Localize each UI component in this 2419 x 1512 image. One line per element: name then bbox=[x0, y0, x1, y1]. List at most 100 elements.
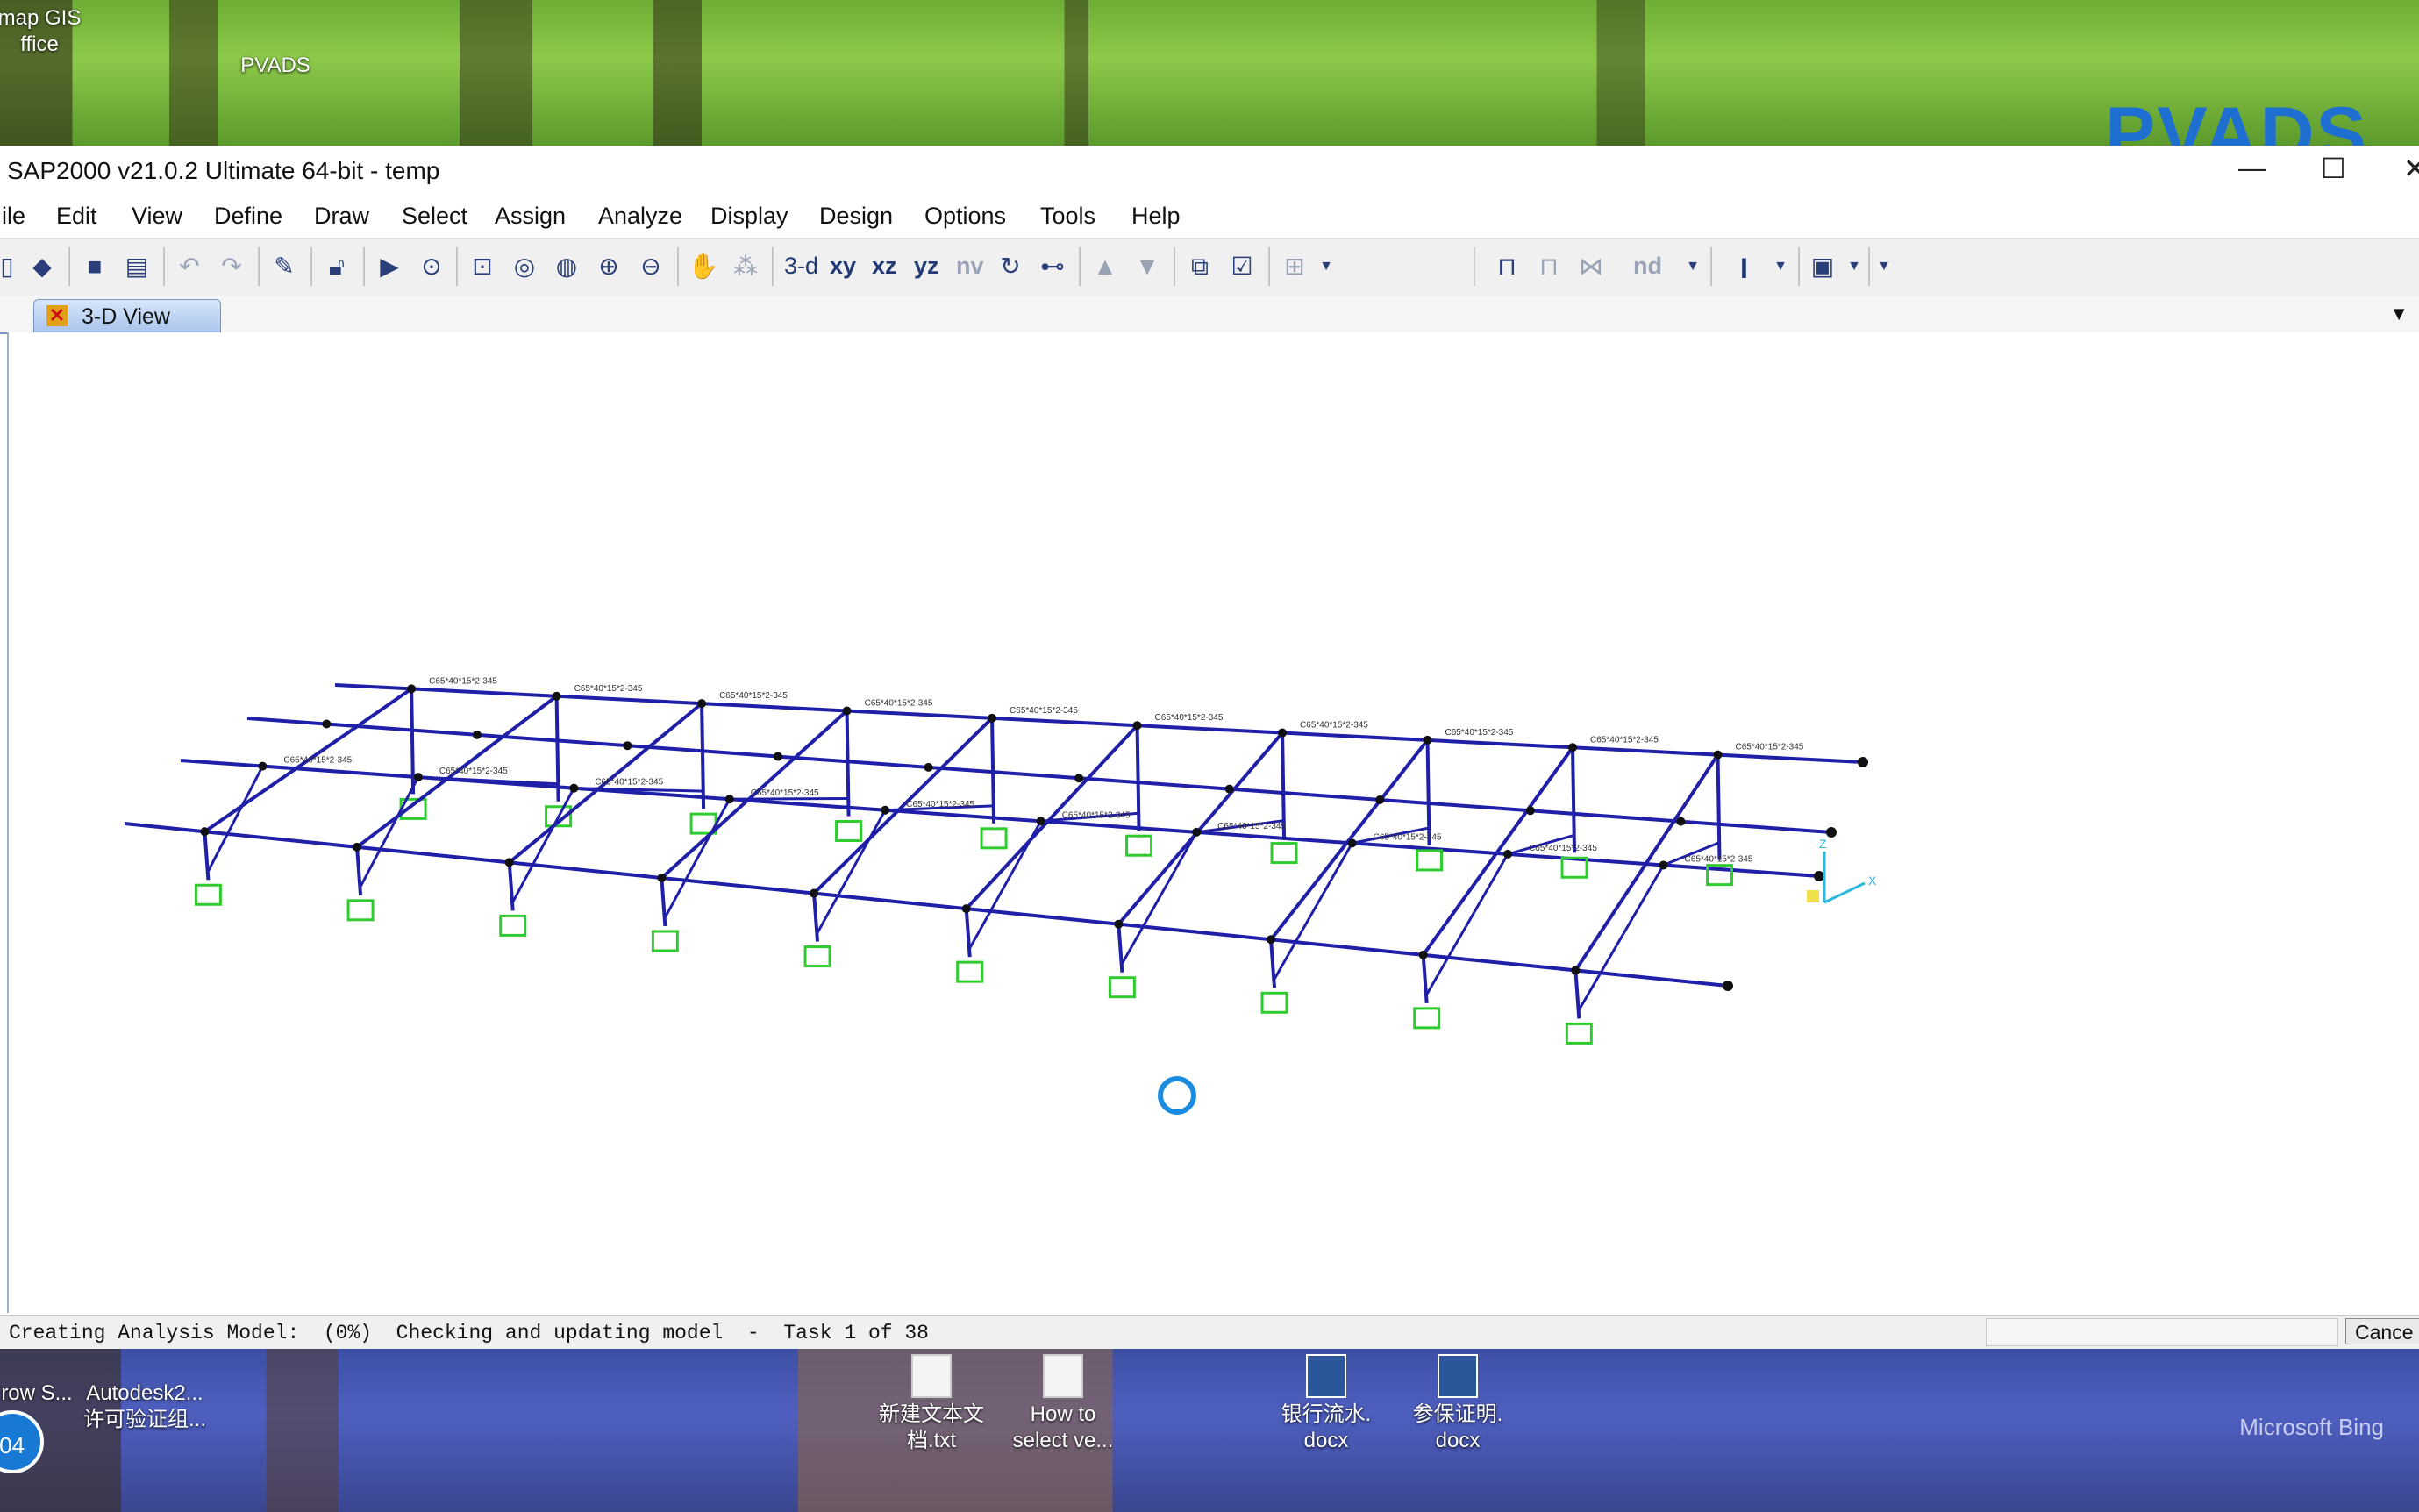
desktop-icon-mapgis[interactable]: map GIS ffice bbox=[0, 5, 88, 58]
zoom-all-icon[interactable]: ◍ bbox=[551, 251, 582, 282]
view-nv-button[interactable]: nv bbox=[956, 253, 984, 280]
fixed-support[interactable] bbox=[651, 930, 679, 952]
menu-tools[interactable]: Tools bbox=[1040, 203, 1095, 230]
run-analysis-icon[interactable]: ▶ bbox=[374, 251, 405, 282]
chevron-down-icon[interactable]: ▼ bbox=[1677, 251, 1709, 282]
front-column[interactable] bbox=[507, 862, 515, 911]
check-icon[interactable]: ☑ bbox=[1226, 251, 1258, 282]
joint-node[interactable] bbox=[842, 706, 852, 716]
view-xy-button[interactable]: xy bbox=[830, 253, 856, 280]
joint-node[interactable] bbox=[552, 691, 561, 701]
joint-node[interactable] bbox=[258, 761, 268, 771]
chevron-down-icon[interactable]: ▼ bbox=[1765, 251, 1796, 282]
menu-select[interactable]: Select bbox=[402, 203, 467, 230]
fixed-support[interactable] bbox=[835, 819, 863, 842]
joint-node[interactable] bbox=[810, 888, 819, 898]
joint-node[interactable] bbox=[881, 805, 890, 815]
brace-member[interactable] bbox=[729, 796, 849, 801]
joint-node[interactable] bbox=[1278, 728, 1288, 738]
run-now-icon[interactable]: ⊙ bbox=[416, 251, 447, 282]
joint-node[interactable] bbox=[472, 730, 482, 739]
menu-view[interactable]: View bbox=[132, 203, 182, 230]
desktop-icon-pvads[interactable]: PVADS bbox=[232, 53, 319, 79]
front-column[interactable] bbox=[1573, 970, 1581, 1019]
structural-model[interactable]: C65*40*15*2-345 C65*40*15*2-345 C65*40*15*… bbox=[9, 332, 2419, 1313]
joint-node[interactable] bbox=[1375, 795, 1385, 804]
minimize-button[interactable]: — bbox=[2238, 152, 2266, 184]
menu-file[interactable]: ile bbox=[2, 203, 25, 230]
rear-column[interactable] bbox=[700, 703, 706, 809]
joint-node[interactable] bbox=[1347, 838, 1357, 848]
pencil-icon[interactable]: ✎ bbox=[268, 251, 300, 282]
frame-draw-icon[interactable]: ⊓ bbox=[1491, 251, 1523, 282]
brace-member[interactable] bbox=[816, 809, 887, 934]
open-icon[interactable]: ◆ bbox=[26, 251, 58, 282]
chevron-down-icon[interactable]: ▼ bbox=[1838, 251, 1870, 282]
fixed-support[interactable] bbox=[1270, 842, 1298, 865]
joint-node[interactable] bbox=[1814, 871, 1824, 881]
front-column[interactable] bbox=[355, 846, 363, 895]
redo-icon[interactable]: ↷ bbox=[216, 251, 247, 282]
menu-analyze[interactable]: Analyze bbox=[598, 203, 682, 230]
joint-node[interactable] bbox=[413, 773, 423, 782]
fixed-support[interactable] bbox=[1565, 1022, 1593, 1045]
move-down-icon[interactable]: ▼ bbox=[1131, 251, 1163, 282]
brace-member[interactable] bbox=[1121, 831, 1198, 965]
purlin-rail[interactable] bbox=[124, 822, 1729, 988]
tab-dropdown-icon[interactable]: ▼ bbox=[2389, 303, 2408, 325]
menu-assign[interactable]: Assign bbox=[495, 203, 566, 230]
joint-node[interactable] bbox=[1114, 919, 1124, 929]
perspective-icon[interactable]: ⊷ bbox=[1037, 251, 1068, 282]
area-select-icon[interactable]: ▣ bbox=[1807, 251, 1838, 282]
tab-3d-view[interactable]: ✕ 3-D View bbox=[33, 299, 221, 332]
assign-display-icon[interactable]: ⊞ bbox=[1279, 251, 1310, 282]
save-icon[interactable]: ■ bbox=[79, 251, 111, 282]
fixed-support[interactable] bbox=[980, 827, 1008, 850]
front-column[interactable] bbox=[1117, 924, 1124, 973]
cancel-button[interactable]: Cance bbox=[2345, 1318, 2419, 1344]
front-column[interactable] bbox=[1269, 939, 1277, 988]
joint-node[interactable] bbox=[1525, 806, 1535, 816]
joint-node[interactable] bbox=[1224, 784, 1234, 794]
joint-node[interactable] bbox=[1132, 721, 1142, 731]
close-button[interactable]: ✕ bbox=[2403, 152, 2419, 185]
fixed-support[interactable] bbox=[499, 914, 527, 937]
joint-node[interactable] bbox=[504, 858, 514, 867]
rear-column[interactable] bbox=[410, 688, 416, 795]
joint-node[interactable] bbox=[1723, 981, 1733, 991]
joint-node[interactable] bbox=[200, 827, 210, 837]
brace-member[interactable] bbox=[511, 787, 575, 903]
fixed-support[interactable] bbox=[194, 883, 222, 906]
joint-node[interactable] bbox=[1503, 849, 1513, 859]
joint-node[interactable] bbox=[961, 904, 971, 914]
rear-column[interactable] bbox=[845, 710, 851, 817]
rear-column[interactable] bbox=[1135, 725, 1141, 831]
joint-node[interactable] bbox=[924, 762, 933, 772]
brace-member[interactable] bbox=[664, 798, 731, 918]
axis-x[interactable] bbox=[1823, 881, 1866, 904]
axis-origin[interactable] bbox=[1807, 890, 1819, 902]
joint-node[interactable] bbox=[1659, 860, 1668, 870]
fixed-support[interactable] bbox=[1260, 991, 1288, 1014]
desktop-icon-row[interactable]: row S... bbox=[0, 1380, 79, 1407]
fixed-support[interactable] bbox=[803, 945, 831, 968]
zoom-window-icon[interactable]: ⊡ bbox=[467, 251, 498, 282]
front-column[interactable] bbox=[660, 877, 667, 927]
joint-node[interactable] bbox=[1036, 817, 1045, 826]
fixed-support[interactable] bbox=[956, 960, 984, 983]
pan-icon[interactable]: ✋ bbox=[688, 251, 719, 282]
joint-node[interactable] bbox=[1192, 827, 1202, 837]
rear-column[interactable] bbox=[554, 695, 560, 802]
fixed-support[interactable] bbox=[1108, 976, 1136, 999]
joint-node[interactable] bbox=[1418, 950, 1428, 959]
joint-node[interactable] bbox=[623, 741, 632, 751]
brace-member[interactable] bbox=[359, 776, 420, 888]
brace-member[interactable] bbox=[1578, 864, 1665, 1011]
purlin-rail[interactable] bbox=[334, 683, 1864, 764]
joint-node[interactable] bbox=[657, 873, 667, 882]
view-3d-button[interactable]: 3-d bbox=[784, 253, 818, 280]
joint-node[interactable] bbox=[322, 719, 332, 729]
rear-column[interactable] bbox=[990, 717, 996, 824]
desktop-icon-insurance[interactable]: 参保证明. docx bbox=[1396, 1354, 1519, 1454]
zoom-in-icon[interactable]: ⊕ bbox=[593, 251, 624, 282]
